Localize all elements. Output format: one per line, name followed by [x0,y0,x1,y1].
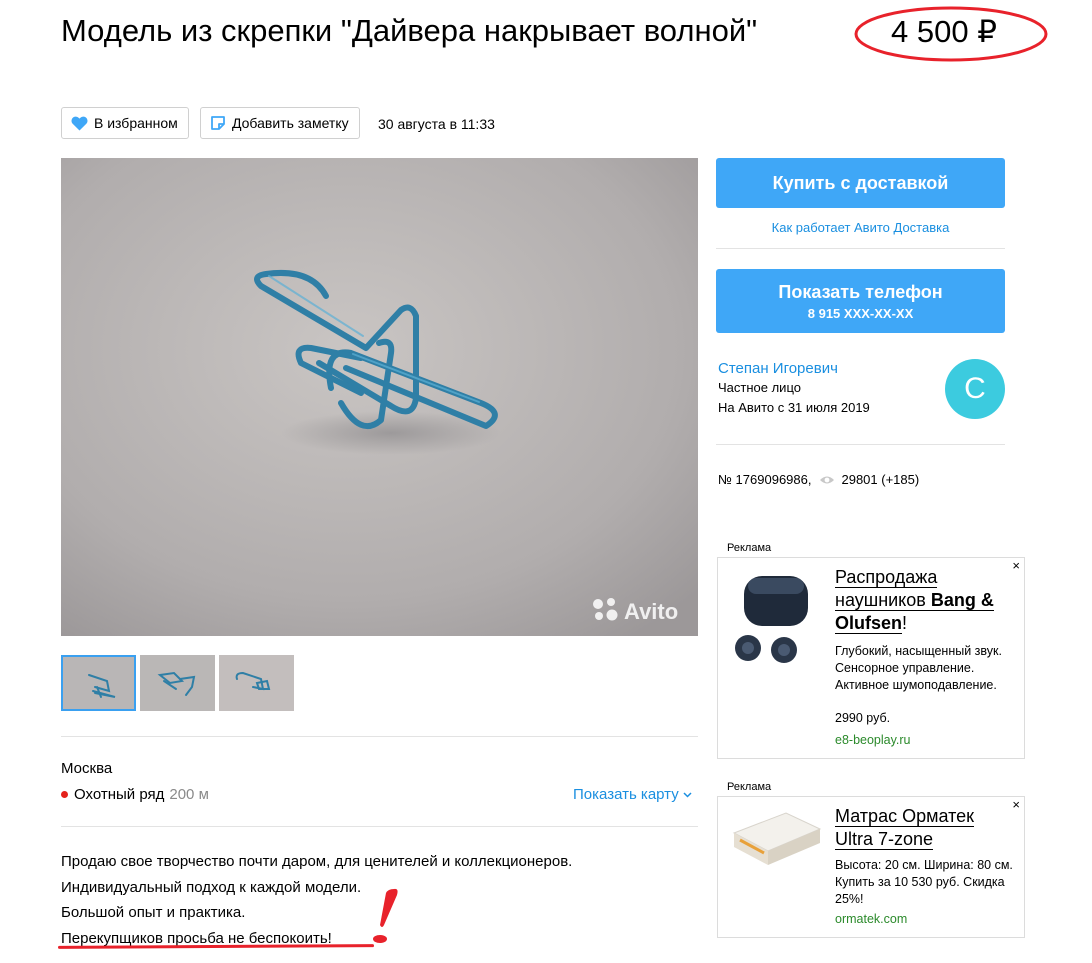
show-phone-label: Показать телефон [778,281,943,302]
photo-thumbnail[interactable] [61,655,136,711]
divider [61,736,698,737]
photo-watermark: Avito [624,599,678,624]
add-note-label: Добавить заметку [232,115,349,131]
note-icon [210,115,226,131]
seller-name-link[interactable]: Степан Игоревич [718,360,838,377]
listing-price: 4 500 ₽ [891,14,997,49]
location-city: Москва [61,760,113,777]
metro-station: Охотный ряд 200 м [61,786,209,803]
ad-headline: Распродажа наушников Bang & Olufsen! [835,566,1015,635]
ad-headline-text: Матрас Орматек Ultra 7-zone [835,806,975,850]
metro-name: Охотный ряд [74,786,165,803]
ad-text: Глубокий, насыщенный звук. Сенсорное упр… [835,644,1002,692]
eye-icon [819,475,835,485]
description-line: Индивидуальный подход к каждой модели. [61,878,362,896]
listing-description: Продаю свое творчество почти даром, для … [61,849,572,951]
delivery-info-link[interactable]: Как работает Авито Доставка [716,220,1005,235]
ad-banner[interactable]: × Распродажа наушников Bang & Olufsen! Г… [717,557,1025,759]
seller-since: На Авито с 31 июля 2019 [718,400,870,415]
metro-distance: 200 м [169,786,209,803]
add-note-button[interactable]: Добавить заметку [200,107,360,139]
metro-dot-icon [61,791,68,798]
listing-date: 30 августа в 11:33 [378,116,495,132]
view-count: 29801 (+185) [841,472,920,487]
listing-title: Модель из скрепки "Дайвера накрывает вол… [61,13,758,48]
buy-with-delivery-label: Купить с доставкой [772,172,949,193]
favorite-label: В избранном [94,115,178,131]
ad-headline: Матрас Орматек Ultra 7-zone [835,805,1015,851]
listing-meta: № 1769096986, 29801 (+185) [718,472,919,487]
divider [716,248,1005,249]
ad-mattress-image [732,812,822,865]
avatar[interactable]: С [945,359,1005,419]
chevron-down-icon [683,791,692,798]
listing-number: № 1769096986, [718,472,812,487]
show-phone-button[interactable]: Показать телефон 8 915 XXX-XX-XX [716,269,1005,333]
buy-with-delivery-button[interactable]: Купить с доставкой [716,158,1005,208]
phone-number: 8 915 XXX-XX-XX [807,305,914,321]
ad-text: Высота: 20 см. Ширина: 80 см. Купить за … [835,858,1013,906]
ad-domain[interactable]: e8-beoplay.ru [835,733,911,747]
description-line: Продаю свое творчество почти даром, для … [61,853,573,870]
photo-thumbnail[interactable] [140,655,215,711]
photo-thumbnail[interactable] [219,655,294,711]
ad-banner[interactable]: × Матрас Орматек Ultra 7-zone Высота: 20… [717,796,1025,938]
show-map-link[interactable]: Показать карту [573,786,692,803]
ad-headline-text: Распродажа наушников [835,567,938,611]
heart-icon [71,116,88,131]
annotation-exclamation [373,888,398,943]
ad-label: Реклама [727,781,772,793]
description-line: Большой опыт и практика. [61,904,246,921]
ad-label: Реклама [727,542,772,554]
ad-headphones-image [735,576,808,663]
divider [716,444,1005,445]
divider [61,826,698,827]
main-photo[interactable]: Avito [61,158,698,636]
favorite-button[interactable]: В избранном [61,107,189,139]
ad-price: 2990 руб. [835,711,891,725]
show-map-label: Показать карту [573,786,679,803]
seller-type: Частное лицо [718,380,801,395]
ad-domain[interactable]: ormatek.com [835,912,907,926]
ad-headline-punct: ! [902,613,908,633]
